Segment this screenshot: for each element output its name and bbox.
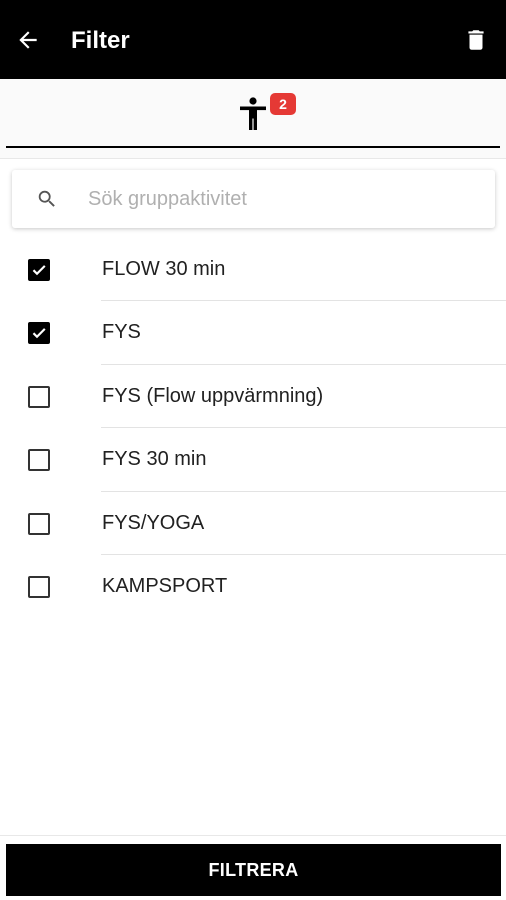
arrow-left-icon (19, 31, 37, 49)
list-item[interactable]: FYS (Flow uppvärmning) (0, 365, 506, 429)
list-item-label: FYS/YOGA (102, 511, 205, 534)
page-title: Filter (71, 27, 130, 54)
checkbox-checked[interactable] (28, 322, 50, 345)
list-item-label: FYS (102, 321, 141, 344)
tab-bar (0, 79, 506, 159)
list-item[interactable]: FYS 30 min (0, 428, 506, 492)
trash-icon (468, 30, 484, 50)
person-standing-icon (240, 97, 266, 130)
footer-divider (0, 835, 506, 836)
checkmark-icon (32, 265, 46, 276)
list-item[interactable]: FYS (0, 301, 506, 365)
search-bar[interactable] (12, 170, 495, 228)
tab-icon-wrap (239, 97, 267, 131)
list-item-label: FYS 30 min (102, 448, 207, 471)
activity-list: FLOW 30 min FYS FYS (Flow uppvärmning) F… (0, 238, 506, 618)
checkmark-icon (32, 328, 46, 339)
filter-screen: Filter 2 Sök gruppaktivitet FLOW 30 min … (0, 0, 506, 900)
selection-count-badge: 2 (270, 93, 296, 115)
back-button[interactable] (10, 22, 46, 58)
search-icon (38, 190, 55, 207)
list-item-label: KAMPSPORT (102, 574, 228, 597)
delete-button[interactable] (458, 22, 494, 58)
checkbox-unchecked[interactable] (28, 512, 50, 535)
filter-button[interactable]: FILTRERA (6, 844, 501, 896)
checkbox-unchecked[interactable] (28, 575, 50, 598)
list-item[interactable]: FYS/YOGA (0, 492, 506, 555)
checkbox-unchecked[interactable] (28, 449, 50, 472)
checkbox-unchecked[interactable] (28, 385, 50, 408)
list-item[interactable]: KAMPSPORT (0, 555, 506, 618)
list-item-label: FYS (Flow uppvärmning) (102, 384, 324, 407)
tab-group-activities[interactable] (6, 79, 500, 147)
search-input[interactable] (88, 180, 478, 218)
list-item[interactable]: FLOW 30 min (0, 238, 506, 302)
checkbox-checked[interactable] (28, 259, 50, 281)
app-bar: Filter (0, 0, 506, 79)
tab-indicator (6, 146, 500, 148)
list-item-label: FLOW 30 min (102, 258, 226, 280)
